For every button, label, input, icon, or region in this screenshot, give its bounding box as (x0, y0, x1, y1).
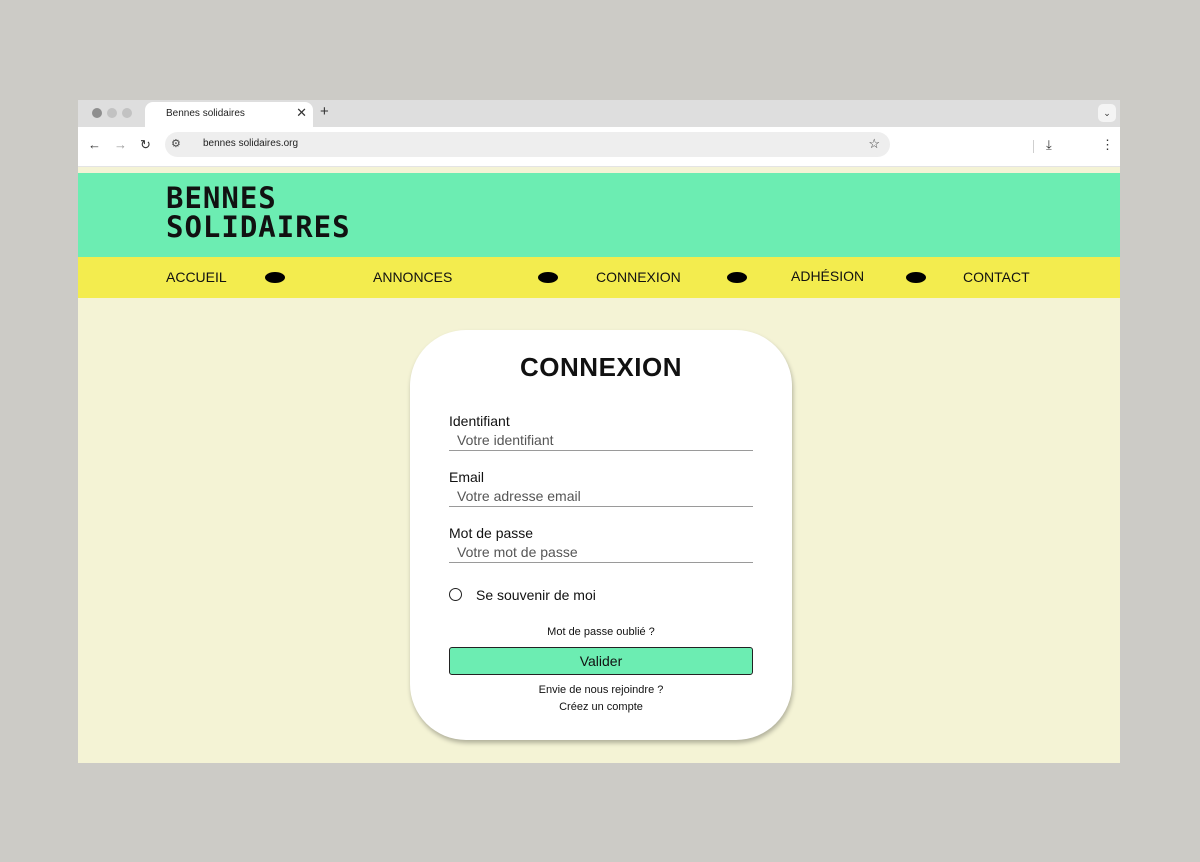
password-label: Mot de passe (449, 525, 534, 541)
menu-icon[interactable]: ⋮ (1101, 137, 1114, 153)
identifiant-input[interactable] (449, 430, 753, 451)
browser-toolbar: ← → ↻ ⚙ bennes solidaires.org ☆ ⤓ ⋮ (78, 127, 1120, 167)
remember-me-label[interactable]: Se souvenir de moi (476, 587, 596, 603)
nav-item-adhesion[interactable]: ADHÉSION (791, 268, 864, 284)
back-icon[interactable]: ← (88, 137, 101, 153)
login-card: CONNEXION Identifiant Email Mot de passe… (410, 330, 792, 740)
nav-item-contact[interactable]: CONTACT (963, 269, 1030, 285)
window-close-dot[interactable] (92, 108, 102, 118)
main-nav: ACCUEIL ANNONCES CONNEXION ADHÉSION CONT… (78, 257, 1120, 298)
submit-button[interactable]: Valider (449, 647, 753, 675)
tab-close-icon[interactable]: ✕ (296, 105, 307, 121)
forgot-password-link[interactable]: Mot de passe oublié ? (410, 626, 792, 638)
email-input[interactable] (449, 486, 753, 507)
nav-item-annonces[interactable]: ANNONCES (373, 269, 452, 285)
login-title: CONNEXION (520, 352, 682, 382)
site-logo[interactable]: BENNES SOLIDAIRES (166, 184, 351, 242)
window-minimize-dot[interactable] (107, 108, 117, 118)
tab-strip: Bennes solidaires ✕ + ⌄ (78, 100, 1120, 127)
nav-item-connexion[interactable]: CONNEXION (596, 269, 681, 285)
remember-me-radio[interactable] (449, 588, 462, 601)
forward-icon[interactable]: → (114, 137, 127, 153)
toolbar-divider (1033, 140, 1034, 153)
email-label: Email (449, 469, 485, 485)
site-header: BENNES SOLIDAIRES (78, 173, 1120, 257)
window-maximize-dot[interactable] (122, 108, 132, 118)
browser-window: Bennes solidaires ✕ + ⌄ ← → ↻ ⚙ bennes s… (78, 100, 1120, 763)
tab-search-icon[interactable]: ⌄ (1098, 104, 1116, 122)
logo-line-1: BENNES (166, 181, 277, 215)
download-icon[interactable]: ⤓ (1046, 137, 1052, 153)
nav-item-accueil[interactable]: ACCUEIL (166, 269, 227, 285)
new-tab-icon[interactable]: + (320, 103, 329, 121)
browser-tab[interactable]: Bennes solidaires ✕ (145, 102, 313, 127)
url-text[interactable]: bennes solidaires.org (203, 138, 298, 149)
nav-separator (906, 272, 926, 283)
site-settings-icon[interactable]: ⚙ (171, 136, 181, 152)
join-text: Envie de nous rejoindre ? (538, 684, 664, 696)
password-input[interactable] (449, 542, 753, 563)
create-account-link[interactable]: Créez un compte (410, 701, 792, 713)
reload-icon[interactable]: ↻ (140, 137, 151, 153)
logo-line-2: SOLIDAIRES (166, 210, 351, 244)
nav-separator (727, 272, 747, 283)
nav-separator (538, 272, 558, 283)
tab-title: Bennes solidaires (166, 108, 245, 119)
bookmark-icon[interactable]: ☆ (868, 135, 880, 153)
identifiant-label: Identifiant (449, 413, 510, 429)
nav-separator (265, 272, 285, 283)
address-bar[interactable]: ⚙ bennes solidaires.org ☆ (165, 132, 890, 157)
